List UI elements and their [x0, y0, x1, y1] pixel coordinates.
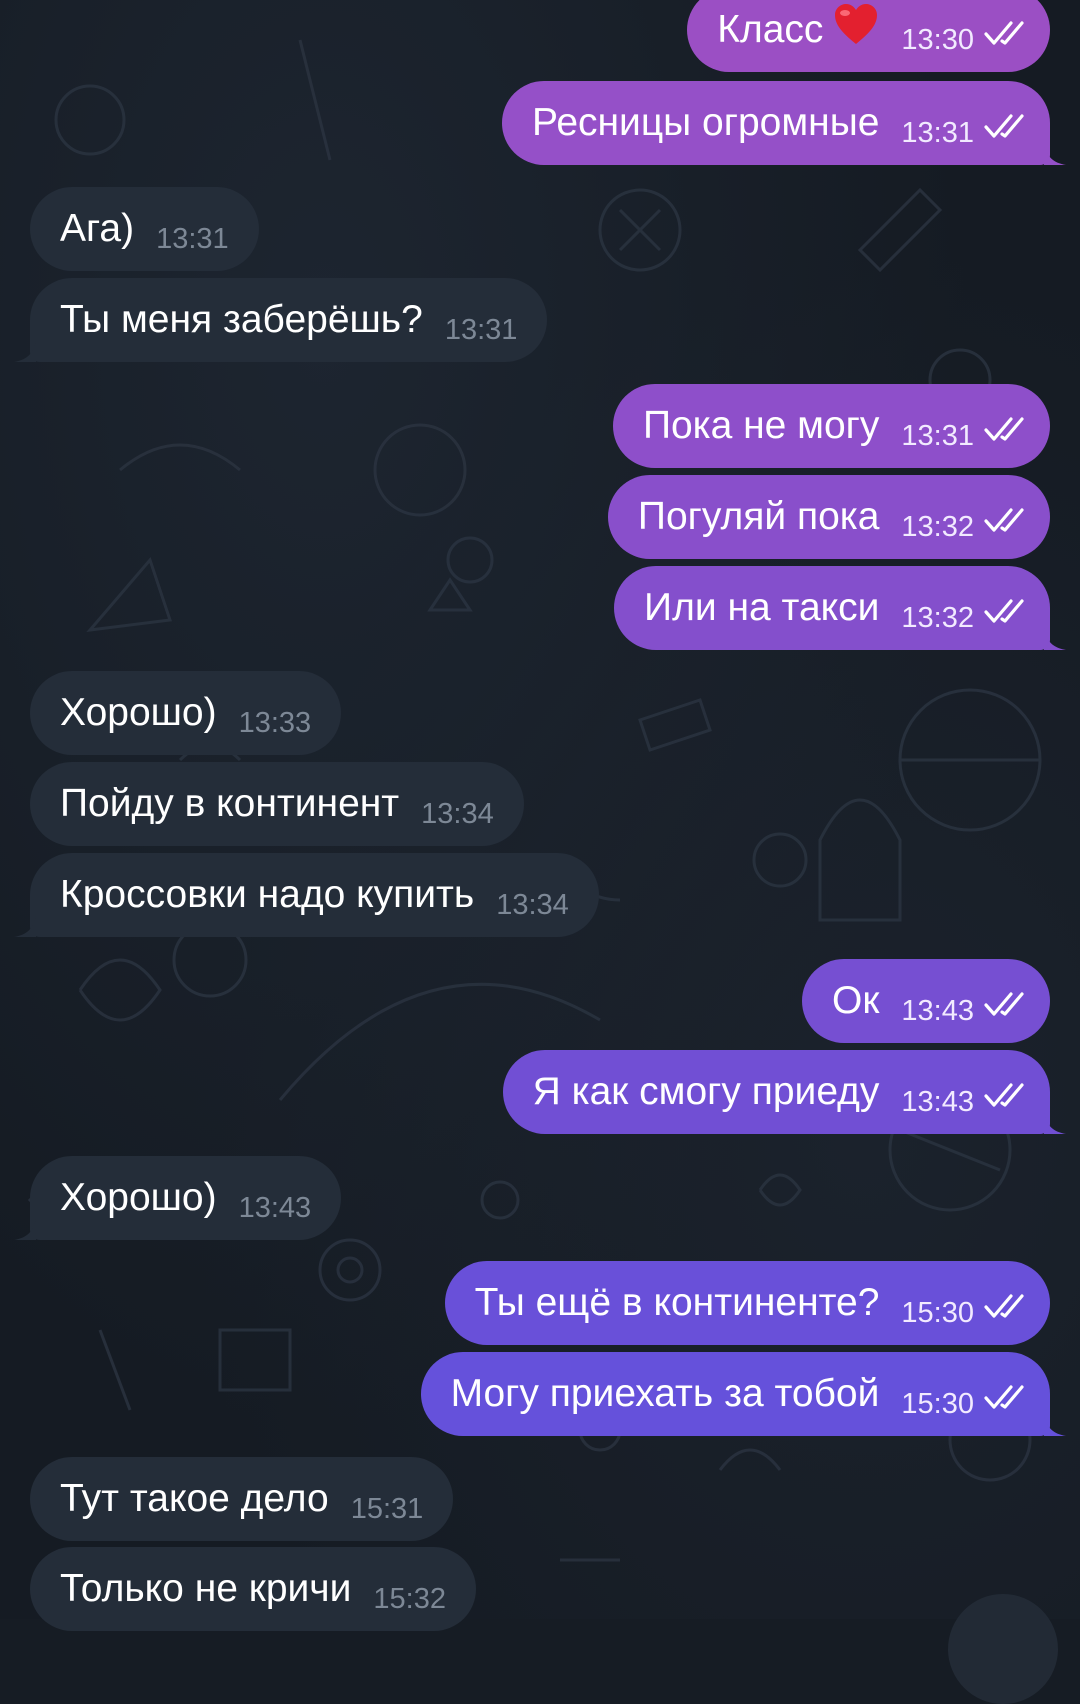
bubble-tail	[1044, 1414, 1066, 1436]
message-text: Погуляй пока	[637, 495, 880, 538]
message-text: Только не кричи	[60, 1567, 352, 1610]
message-time: 13:32	[901, 511, 974, 543]
message-text: Ок	[832, 979, 880, 1022]
incoming-message[interactable]: Хорошо) 13:43	[14, 1156, 342, 1240]
message-time: 13:31	[156, 223, 229, 255]
message-text: Ты ещё в континенте?	[474, 1281, 880, 1324]
bubble-tail	[1044, 143, 1066, 165]
double-check-icon	[984, 1083, 1024, 1107]
message-time: 13:34	[421, 798, 494, 830]
message-time: 13:33	[238, 707, 312, 739]
double-check-icon	[984, 417, 1024, 441]
double-check-icon	[984, 1385, 1024, 1409]
message-text: Пойду в континент	[60, 782, 400, 825]
message-text: Ресницы огромные	[532, 101, 880, 144]
bubble-tail	[14, 340, 36, 362]
outgoing-message[interactable]: Ты ещё в континенте? 15:30	[444, 1261, 1050, 1345]
outgoing-message[interactable]: Или на такси 13:32	[614, 566, 1066, 650]
incoming-message[interactable]: Пойду в континент 13:34	[30, 762, 524, 846]
double-check-icon	[984, 21, 1024, 45]
incoming-message[interactable]: Тут такое дело 15:31	[30, 1457, 454, 1541]
bubble-tail	[14, 915, 36, 937]
message-time: 15:31	[350, 1493, 424, 1525]
outgoing-message[interactable]: Ресницы огромные 13:31	[502, 81, 1066, 165]
message-text: Кроссовки надо купить	[60, 873, 475, 916]
message-text: Могу приехать за тобой	[450, 1372, 880, 1415]
message-time: 15:32	[373, 1583, 446, 1615]
incoming-message[interactable]: Ага) 13:31	[30, 187, 259, 271]
message-text: Или на такси	[644, 586, 880, 629]
double-check-icon	[984, 599, 1024, 623]
outgoing-message[interactable]: Погуляй пока 13:32	[607, 475, 1050, 559]
incoming-message[interactable]: Кроссовки надо купить 13:34	[14, 853, 599, 937]
message-time: 13:43	[901, 1086, 974, 1118]
double-check-icon	[984, 508, 1024, 532]
message-time: 13:31	[901, 117, 974, 149]
message-time: 13:30	[901, 24, 974, 56]
message-time: 15:30	[901, 1388, 974, 1420]
message-time: 13:31	[901, 420, 974, 452]
bubble-tail	[14, 1218, 36, 1240]
message-text: Ты меня заберёшь?	[60, 298, 423, 341]
outgoing-message[interactable]: Я как смогу приеду 13:43	[502, 1050, 1066, 1134]
message-time: 13:43	[901, 995, 974, 1027]
outgoing-message[interactable]: Ок 13:43	[802, 959, 1050, 1043]
message-time: 13:43	[238, 1192, 312, 1224]
message-time: 13:31	[444, 314, 518, 346]
message-text: Хорошо)	[60, 691, 217, 734]
incoming-message[interactable]: Хорошо) 13:33	[30, 671, 342, 755]
red-heart-icon	[835, 4, 878, 44]
incoming-message[interactable]: Только не кричи 15:32	[30, 1547, 476, 1631]
outgoing-message[interactable]: Пока не могу 13:31	[612, 384, 1050, 468]
message-text: Тут такое дело	[60, 1477, 329, 1520]
double-check-icon	[984, 1294, 1024, 1318]
message-time: 13:32	[901, 602, 974, 634]
incoming-message[interactable]: Ты меня заберёшь? 13:31	[14, 278, 548, 362]
double-check-icon	[984, 114, 1024, 138]
double-check-icon	[984, 992, 1024, 1016]
message-text: Ага)	[60, 207, 135, 250]
message-text: Я как смогу приеду	[532, 1070, 880, 1113]
message-text: Пока не могу	[642, 404, 880, 447]
message-time: 15:30	[901, 1297, 974, 1329]
message-time: 13:34	[496, 889, 569, 921]
bubble-tail	[1044, 628, 1066, 650]
outgoing-message[interactable]: Могу приехать за тобой 15:30	[420, 1352, 1066, 1436]
message-text: Класс	[717, 8, 824, 51]
bubble-tail	[1044, 1112, 1066, 1134]
outgoing-message[interactable]: Класс 13:30	[687, 0, 1050, 72]
message-text: Хорошо)	[60, 1176, 217, 1219]
scroll-down-button[interactable]	[948, 1594, 1058, 1704]
